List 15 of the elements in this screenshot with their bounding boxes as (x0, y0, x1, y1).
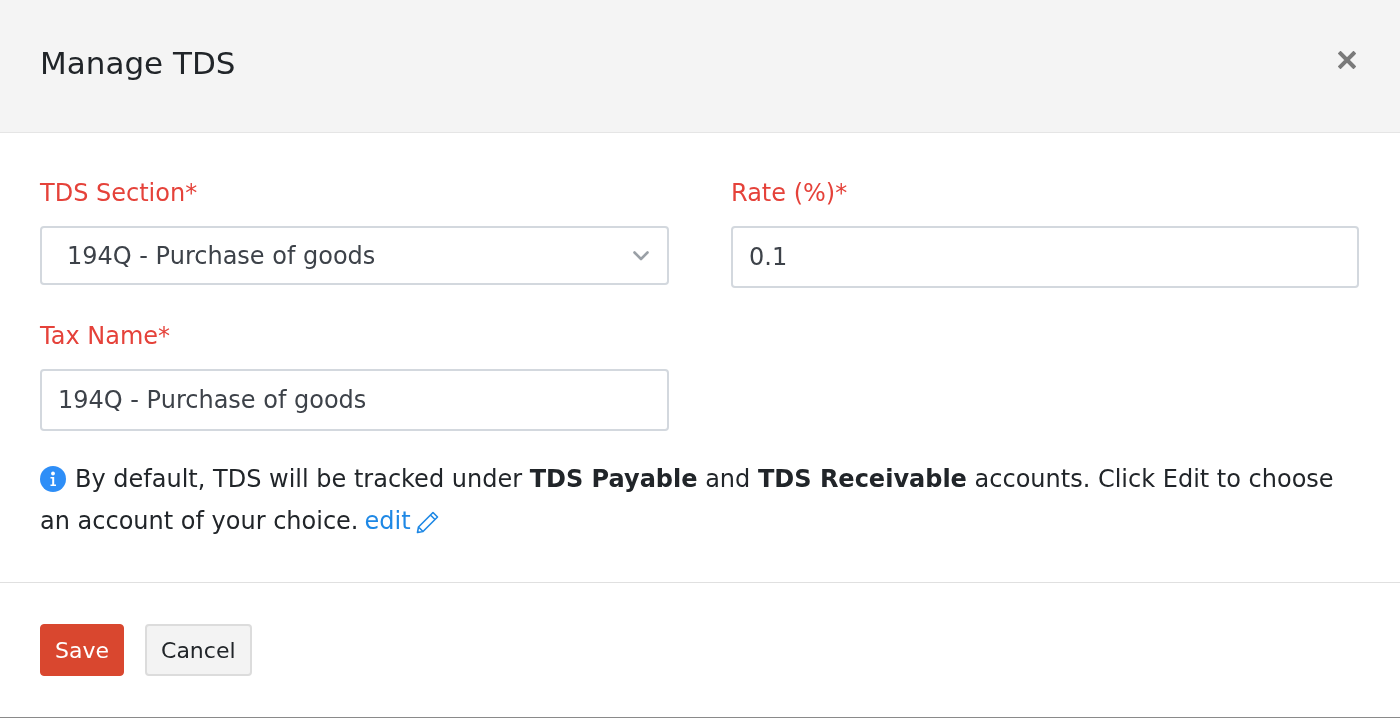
text-input[interactable]: 194Q - Purchase of goods (40, 369, 669, 431)
cancel-button[interactable]: Cancel (145, 624, 252, 676)
pencil-icon (414, 510, 440, 535)
save-button[interactable]: Save (40, 624, 124, 676)
chevron-down-icon (633, 250, 649, 261)
field-label: Tax Name* (40, 321, 171, 352)
edit-link[interactable]: edit (364, 507, 440, 535)
dropdown-field[interactable]: 194Q - Purchase of goods (40, 226, 669, 285)
info-text: By default, TDS will be tracked under TDS Payable and TDS Receivable accounts. Click Edit to choose an account of your choice. edit (40, 465, 1334, 535)
close-icon[interactable] (1338, 51, 1356, 69)
info-icon (40, 466, 66, 492)
field-label: Rate (%)* (731, 178, 848, 209)
field-label: TDS Section* (40, 178, 198, 209)
dialog-title: Manage TDS (40, 44, 236, 83)
text-input[interactable]: 0.1 (731, 226, 1359, 288)
